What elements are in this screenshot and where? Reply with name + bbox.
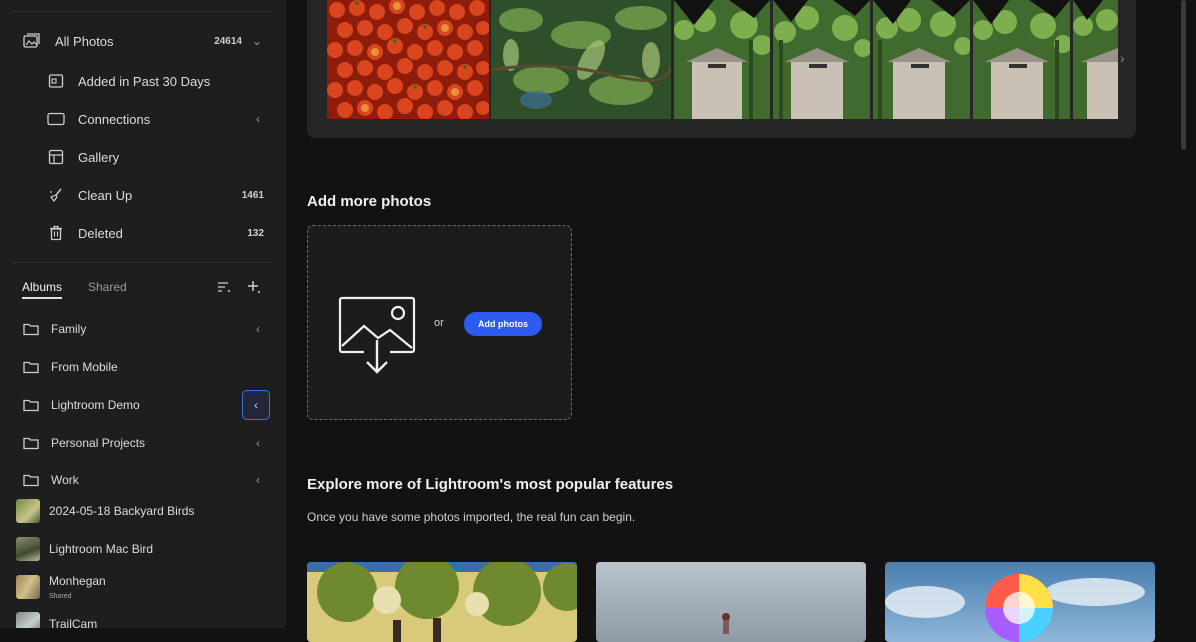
photo-filmstrip bbox=[307, 0, 1136, 138]
album-label: Personal Projects bbox=[51, 436, 146, 450]
album-item-family[interactable]: Family ‹ bbox=[0, 312, 286, 346]
feature-card[interactable] bbox=[596, 562, 866, 642]
album-item-backyard-birds[interactable]: 2024-05-18 Backyard Birds bbox=[0, 493, 286, 529]
photo-thumbnail[interactable] bbox=[973, 0, 1070, 119]
album-item-lightroom-mac-bird[interactable]: Lightroom Mac Bird bbox=[0, 531, 286, 567]
trash-icon bbox=[46, 223, 66, 243]
album-label: Monhegan bbox=[49, 574, 106, 588]
chevron-down-icon[interactable]: ⌄ bbox=[252, 34, 262, 48]
album-item-personal-projects[interactable]: Personal Projects ‹ bbox=[0, 426, 286, 460]
album-item-trailcam[interactable]: TrailCam bbox=[0, 606, 286, 628]
explore-title: Explore more of Lightroom's most popular… bbox=[307, 476, 674, 493]
folder-icon bbox=[22, 358, 40, 376]
add-photos-button[interactable]: Add photos bbox=[464, 312, 542, 336]
cleanup-count: 1461 bbox=[241, 189, 264, 201]
album-thumbnail bbox=[16, 499, 40, 523]
image-upload-icon bbox=[336, 294, 418, 381]
sidebar-item-label: Gallery bbox=[78, 149, 120, 165]
photo-thumbnail[interactable] bbox=[1073, 0, 1118, 119]
chevron-left-icon[interactable]: ‹ bbox=[256, 473, 260, 487]
album-label: From Mobile bbox=[51, 360, 118, 374]
gallery-icon bbox=[46, 147, 66, 167]
feature-card[interactable] bbox=[885, 562, 1155, 642]
album-item-work[interactable]: Work ‹ bbox=[0, 463, 286, 497]
expand-chevron-button[interactable]: ‹ bbox=[242, 390, 270, 420]
broom-icon bbox=[46, 185, 66, 205]
chevron-left-icon[interactable]: ‹ bbox=[256, 436, 260, 450]
photo-thumbnail[interactable] bbox=[674, 0, 770, 119]
add-more-photos-title: Add more photos bbox=[307, 193, 432, 210]
feature-card[interactable] bbox=[307, 562, 577, 642]
photo-thumbnail[interactable] bbox=[873, 0, 970, 119]
album-label: Family bbox=[51, 322, 87, 336]
add-album-icon[interactable] bbox=[245, 278, 263, 296]
explore-subtitle: Once you have some photos imported, the … bbox=[307, 510, 636, 524]
sidebar-item-added-past-30-days[interactable]: Added in Past 30 Days bbox=[0, 64, 286, 98]
tab-shared[interactable]: Shared bbox=[88, 280, 127, 294]
tab-albums[interactable]: Albums bbox=[22, 280, 63, 299]
connections-icon bbox=[46, 109, 66, 129]
calendar-icon bbox=[46, 71, 66, 91]
sidebar-item-deleted[interactable]: Deleted 132 bbox=[0, 216, 286, 250]
album-thumbnail bbox=[16, 575, 40, 599]
sidebar-divider bbox=[10, 262, 272, 263]
sidebar-item-label: Deleted bbox=[78, 225, 123, 241]
sidebar-item-all-photos[interactable]: All Photos 24614 ⌄ bbox=[0, 24, 286, 58]
album-thumbnail bbox=[16, 612, 40, 628]
album-label: Work bbox=[51, 473, 79, 487]
sort-icon[interactable] bbox=[215, 278, 233, 296]
album-item-lightroom-demo[interactable]: Lightroom Demo ‹ bbox=[0, 388, 286, 422]
photos-icon bbox=[22, 31, 42, 51]
album-label: TrailCam bbox=[49, 617, 98, 628]
album-tabs: Albums Shared bbox=[22, 278, 272, 300]
sidebar: All Photos 24614 ⌄ Added in Past 30 Days… bbox=[0, 0, 286, 628]
photo-thumbnail[interactable] bbox=[327, 0, 489, 119]
album-label: 2024-05-18 Backyard Birds bbox=[49, 504, 195, 518]
photo-count: 24614 bbox=[214, 35, 242, 47]
shared-label: Shared bbox=[49, 593, 72, 600]
folder-icon bbox=[22, 434, 40, 452]
deleted-count: 132 bbox=[247, 227, 264, 239]
photo-thumbnail[interactable] bbox=[773, 0, 870, 119]
folder-icon bbox=[22, 396, 40, 414]
album-label: Lightroom Mac Bird bbox=[49, 542, 154, 556]
sidebar-item-gallery[interactable]: Gallery bbox=[0, 140, 286, 174]
chevron-left-icon[interactable]: ‹ bbox=[256, 112, 260, 126]
album-label: Lightroom Demo bbox=[51, 398, 140, 412]
sidebar-item-label: All Photos bbox=[55, 33, 114, 49]
sidebar-item-label: Connections bbox=[78, 111, 151, 127]
or-label: or bbox=[434, 317, 444, 329]
album-item-monhegan[interactable]: Monhegan Shared bbox=[0, 569, 286, 605]
album-thumbnail bbox=[16, 537, 40, 561]
scrollbar[interactable] bbox=[1181, 0, 1186, 150]
sidebar-item-connections[interactable]: Connections ‹ bbox=[0, 102, 286, 136]
sidebar-item-label: Clean Up bbox=[78, 187, 133, 203]
chevron-right-icon[interactable]: › bbox=[1120, 50, 1125, 66]
photo-thumbnail[interactable] bbox=[491, 0, 671, 119]
album-item-from-mobile[interactable]: From Mobile bbox=[0, 350, 286, 384]
sidebar-item-label: Added in Past 30 Days bbox=[78, 73, 211, 89]
folder-icon bbox=[22, 471, 40, 489]
folder-icon bbox=[22, 320, 40, 338]
sidebar-top-divider bbox=[10, 11, 272, 12]
sidebar-item-clean-up[interactable]: Clean Up 1461 bbox=[0, 178, 286, 212]
photo-dropzone[interactable]: or Add photos bbox=[307, 225, 572, 420]
chevron-left-icon[interactable]: ‹ bbox=[256, 322, 260, 336]
